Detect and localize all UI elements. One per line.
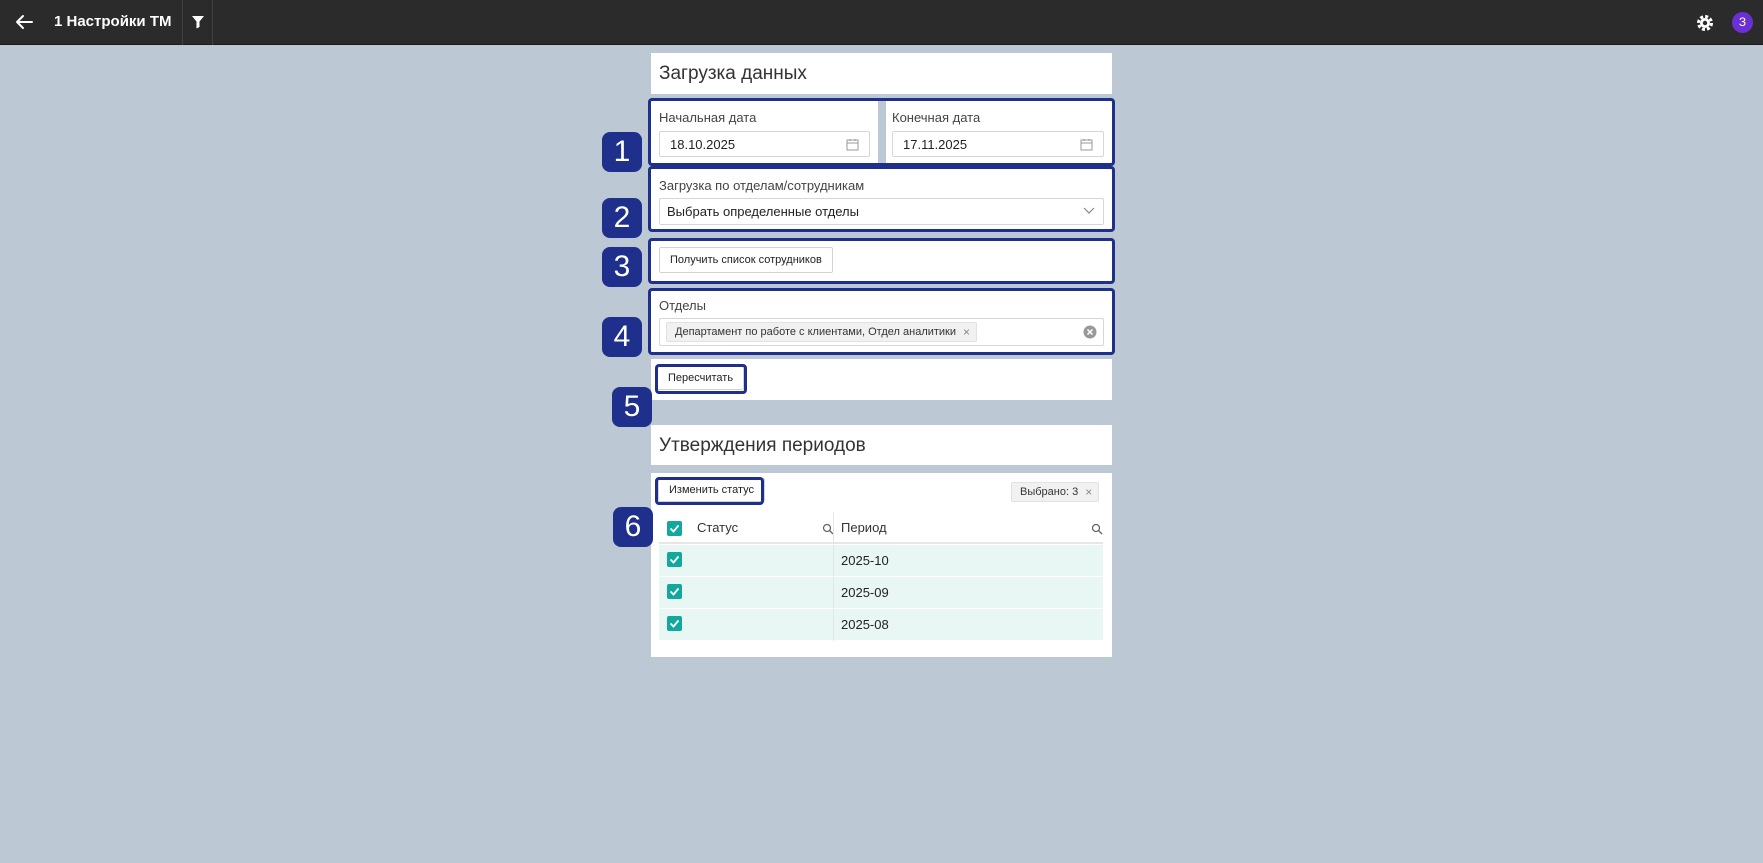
gear-icon[interactable]	[1695, 13, 1715, 33]
callout-badge-1: 1	[602, 132, 642, 172]
column-header-period[interactable]: Период	[841, 520, 887, 535]
column-divider	[833, 609, 834, 641]
section-title: Утверждения периодов	[659, 435, 866, 456]
callout-badge-5: 5	[612, 387, 652, 427]
selected-count-tag: Выбрано: 3 ×	[1011, 482, 1100, 502]
period-cell: 2025-09	[841, 585, 889, 600]
divider	[182, 0, 183, 45]
callout-frame-4	[648, 288, 1115, 355]
callout-frame-3	[648, 238, 1115, 284]
top-bar: 1 Настройки ТМ З	[0, 0, 1763, 45]
column-divider	[833, 545, 834, 577]
callout-frame-6	[655, 477, 764, 505]
section-title: Загрузка данных	[659, 63, 807, 84]
column-divider	[833, 577, 834, 609]
row-checkbox[interactable]	[667, 616, 682, 631]
period-cell: 2025-10	[841, 553, 889, 568]
table-row[interactable]: 2025-10	[659, 545, 1103, 577]
page-title: 1 Настройки ТМ	[54, 13, 172, 30]
callout-frame-5	[655, 364, 747, 394]
column-header-status[interactable]: Статус	[697, 520, 738, 535]
table-row[interactable]: 2025-08	[659, 609, 1103, 641]
avatar[interactable]: З	[1732, 12, 1753, 33]
close-icon[interactable]: ×	[1085, 483, 1092, 501]
back-arrow-icon[interactable]	[12, 10, 36, 34]
search-icon[interactable]	[1091, 523, 1103, 535]
callout-frame-2	[648, 166, 1115, 232]
divider	[212, 0, 213, 45]
period-cell: 2025-08	[841, 617, 889, 632]
callout-badge-3: 3	[602, 247, 642, 287]
callout-badge-4: 4	[602, 317, 642, 357]
filter-icon[interactable]	[188, 12, 208, 32]
row-checkbox[interactable]	[667, 552, 682, 567]
table-row[interactable]: 2025-09	[659, 577, 1103, 609]
approvals-title-panel: Утверждения периодов	[651, 425, 1112, 465]
upload-title-panel: Загрузка данных	[651, 53, 1112, 94]
callout-badge-2: 2	[602, 198, 642, 238]
selected-count-label: Выбрано: 3	[1020, 486, 1079, 498]
callout-badge-6: 6	[613, 507, 653, 547]
callout-frame-1	[648, 98, 1115, 166]
select-all-checkbox[interactable]	[667, 521, 682, 536]
table-header: Статус Период	[659, 512, 1103, 544]
column-divider	[833, 512, 834, 544]
row-checkbox[interactable]	[667, 584, 682, 599]
